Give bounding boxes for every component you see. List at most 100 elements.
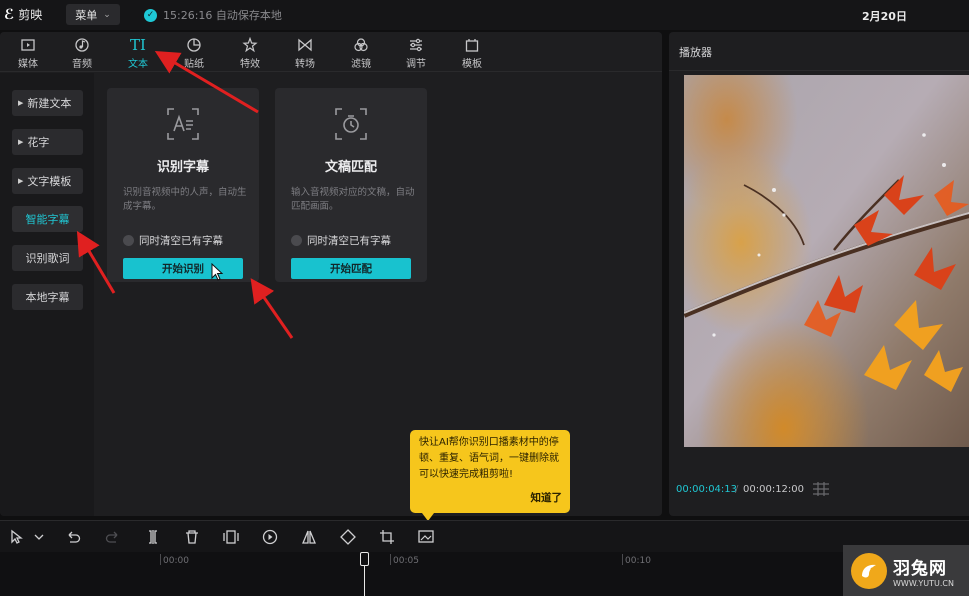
select-dropdown-button[interactable] <box>30 528 44 546</box>
split-button[interactable] <box>144 528 162 546</box>
media-icon <box>21 39 35 51</box>
playhead-handle[interactable] <box>360 552 369 566</box>
tab-filter[interactable]: 滤镜 <box>341 35 381 71</box>
undo-button[interactable] <box>64 528 82 546</box>
menu-button[interactable]: 菜单 ⌄ <box>66 4 120 25</box>
smart-cut-button[interactable] <box>417 528 435 546</box>
save-status: ✓ 15:26:16 自动保存本地 <box>144 7 282 23</box>
checkbox-circle[interactable] <box>291 235 302 246</box>
sidebar-item-fancy-text[interactable]: ▶ 花字 <box>12 129 83 155</box>
app-name: 剪映 <box>18 8 43 22</box>
clear-existing-checkbox[interactable]: 同时清空已有字幕 <box>123 233 223 248</box>
tab-template[interactable]: 模板 <box>452 35 492 71</box>
crop-button[interactable] <box>378 528 396 546</box>
player-panel: 播放器 00:00:04:13 / 00:00:12:00 <box>669 32 969 516</box>
ai-tip-tooltip: 快让AI帮你识别口播素材中的停顿、重复、语气词，一键删除就可以快速完成粗剪啦! … <box>410 430 570 521</box>
menu-label: 菜单 <box>75 8 98 22</box>
timeline-toolbar <box>0 520 969 552</box>
ruler-tick <box>160 554 161 565</box>
subtitle-recognize-icon <box>167 108 199 140</box>
chevron-down-icon <box>34 534 44 540</box>
select-tool-button[interactable] <box>8 528 26 546</box>
caret-right-icon: ▶ <box>18 177 24 185</box>
tab-label: 贴纸 <box>184 59 204 70</box>
current-time: 00:00:04:13 <box>676 484 738 495</box>
sidebar-item-label: 文字模板 <box>27 175 72 188</box>
watermark-logo: 羽兔网 WWW.YUTU.CN <box>843 545 969 596</box>
start-recognize-button[interactable]: 开始识别 <box>123 258 243 279</box>
tab-label: 媒体 <box>18 59 38 70</box>
adjust-icon <box>410 38 422 52</box>
sidebar-item-label: 花字 <box>27 136 50 149</box>
start-match-button[interactable]: 开始匹配 <box>291 258 411 279</box>
tab-label: 音频 <box>72 59 92 70</box>
save-status-text: 15:26:16 自动保存本地 <box>163 9 282 22</box>
rotate-icon <box>340 529 356 545</box>
tab-label: 模板 <box>462 59 482 70</box>
redo-button[interactable] <box>104 528 122 546</box>
undo-icon <box>68 531 81 543</box>
app-logo: ℰ 剪映 <box>4 6 42 23</box>
checkbox-circle[interactable] <box>123 235 134 246</box>
autumn-leaves-image <box>684 75 969 447</box>
tab-sticker[interactable]: 贴纸 <box>174 35 214 71</box>
sidebar-item-smart-subtitle[interactable]: 智能字幕 <box>12 206 83 232</box>
split-icon <box>149 530 157 544</box>
caret-right-icon: ▶ <box>18 99 24 107</box>
card-description: 识别音视频中的人声，自动生成字幕。 <box>123 187 247 212</box>
tab-audio[interactable]: 音频 <box>62 35 102 71</box>
redo-icon <box>105 531 118 543</box>
text-sidebar: ▶ 新建文本 ▶ 花字 ▶ 文字模板 智能字幕 识别歌词 本地字幕 <box>0 73 94 516</box>
text-icon: TI <box>130 36 146 54</box>
capcut-logo-icon: ℰ <box>4 6 15 23</box>
timeline-ruler[interactable]: 00:00 00:05 00:10 <box>0 552 969 596</box>
image-edit-icon <box>418 530 434 543</box>
delete-button[interactable] <box>183 528 201 546</box>
tab-media[interactable]: 媒体 <box>8 35 48 71</box>
cursor-arrow-icon <box>11 529 23 544</box>
ruler-tick <box>390 554 391 565</box>
card-title: 识别字幕 <box>156 160 209 175</box>
watermark-url: WWW.YUTU.CN <box>893 578 954 588</box>
tab-effects[interactable]: 特效 <box>230 35 270 71</box>
got-it-button[interactable]: 知道了 <box>531 490 563 505</box>
tab-adjust[interactable]: 调节 <box>396 35 436 71</box>
rotate-button[interactable] <box>339 528 357 546</box>
tab-label: 文本 <box>128 59 148 70</box>
recognize-subtitle-card: 识别字幕 识别音视频中的人声，自动生成字幕。 同时清空已有字幕 开始识别 <box>107 88 259 282</box>
date-label: 2月20日 <box>862 10 907 23</box>
video-preview[interactable] <box>684 75 969 447</box>
tab-label: 调节 <box>406 59 426 70</box>
ruler-label: 00:10 <box>625 556 651 566</box>
ruler-tick <box>622 554 623 565</box>
sidebar-item-new-text[interactable]: ▶ 新建文本 <box>12 90 83 116</box>
clear-existing-checkbox[interactable]: 同时清空已有字幕 <box>291 233 391 248</box>
sidebar-item-text-template[interactable]: ▶ 文字模板 <box>12 168 83 194</box>
sidebar-item-label: 识别歌词 <box>25 252 70 265</box>
time-separator: / <box>735 484 739 495</box>
audio-icon <box>75 38 89 52</box>
top-bar: ℰ 剪映 菜单 ⌄ ✓ 15:26:16 自动保存本地 2月20日 <box>0 0 969 30</box>
sidebar-item-local-subtitle[interactable]: 本地字幕 <box>12 284 83 310</box>
play-reverse-button[interactable] <box>261 528 279 546</box>
total-time: 00:00:12:00 <box>743 484 805 495</box>
tab-label: 特效 <box>240 59 260 70</box>
freeze-frame-button[interactable] <box>222 528 240 546</box>
card-title: 文稿匹配 <box>324 160 377 175</box>
divider <box>669 70 969 71</box>
script-match-card: 文稿匹配 输入音视频对应的文稿，自动匹配画面。 同时清空已有字幕 开始匹配 <box>275 88 427 282</box>
effects-icon <box>242 37 258 53</box>
play-circle-icon <box>262 529 278 545</box>
mirror-button[interactable] <box>300 528 318 546</box>
tab-text[interactable]: TI 文本 <box>118 35 158 71</box>
grid-lines-icon[interactable] <box>811 481 831 497</box>
tab-transition[interactable]: 转场 <box>285 35 325 71</box>
crop-icon <box>380 530 394 544</box>
template-icon <box>465 39 479 52</box>
mouse-cursor-icon <box>211 263 224 281</box>
smart-subtitle-content: 识别字幕 识别音视频中的人声，自动生成字幕。 同时清空已有字幕 开始识别 文稿匹… <box>94 73 662 516</box>
sidebar-item-recognize-lyrics[interactable]: 识别歌词 <box>12 245 83 271</box>
resource-toolbar: 媒体 音频 TI 文本 贴纸 特效 转场 滤镜 调节 模板 <box>0 32 662 72</box>
rabbit-logo-icon <box>851 552 887 589</box>
player-title: 播放器 <box>679 46 712 59</box>
